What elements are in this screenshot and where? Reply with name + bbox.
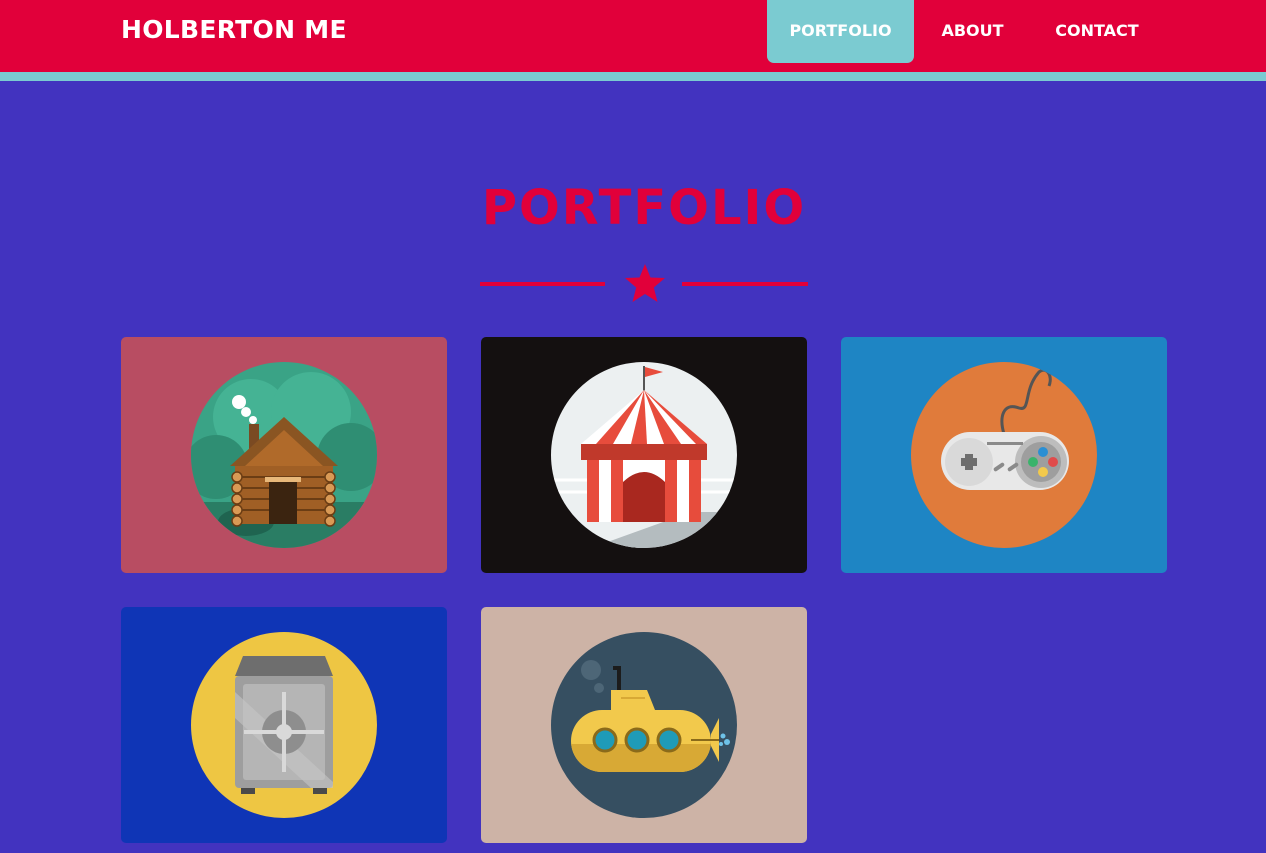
portfolio-item-submarine[interactable] [481,607,807,843]
circus-tent-icon [551,362,737,548]
portfolio-item-safe[interactable] [121,607,447,843]
game-controller-icon [911,362,1097,548]
portfolio-item-cabin[interactable] [121,337,447,573]
nav-about[interactable]: ABOUT [927,0,1018,63]
submarine-icon [551,632,737,818]
header-bar: HOLBERTON ME PORTFOLIO ABOUT CONTACT [0,0,1266,72]
portfolio-item-circus[interactable] [481,337,807,573]
nav-portfolio[interactable]: PORTFOLIO [767,0,914,63]
divider-line-right [682,282,808,286]
section-title: PORTFOLIO [481,180,807,236]
nav-contact[interactable]: CONTACT [1040,0,1154,63]
brand-logo-link[interactable]: HOLBERTON ME [121,14,347,46]
log-cabin-icon [191,362,377,548]
safe-icon [191,632,377,818]
star-icon [625,264,665,302]
portfolio-item-controller[interactable] [841,337,1167,573]
header-stripe [0,72,1266,81]
divider-line-left [480,282,605,286]
